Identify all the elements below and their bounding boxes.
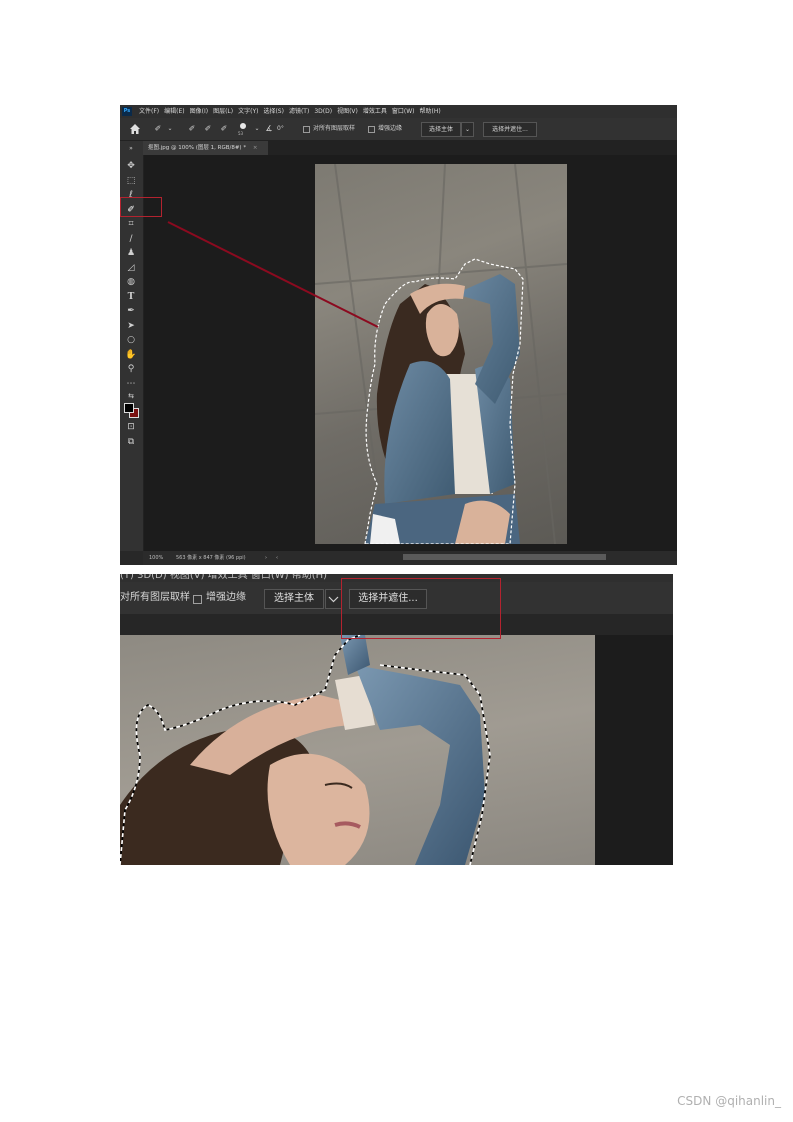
zoom-level[interactable]: 100% <box>149 551 163 565</box>
type-icon[interactable]: T <box>124 291 138 303</box>
sample-all-layers-label: 对所有图层取样 <box>313 125 356 132</box>
brush-icon[interactable]: ∕ <box>124 233 138 245</box>
screen-mode-icon[interactable]: ⧉ <box>124 436 138 448</box>
menu-file[interactable]: 文件(F) <box>139 105 159 118</box>
photo-subject-image <box>315 164 567 544</box>
enhance-edge-label: 增强边缘 <box>206 592 246 603</box>
enhance-edge-checkbox[interactable] <box>368 126 375 133</box>
menu-layer[interactable]: 图层(L) <box>213 105 233 118</box>
subtract-selection-icon[interactable]: ✐ <box>218 124 230 134</box>
angle-icon: ∡ <box>265 124 273 133</box>
collapse-icon[interactable]: » <box>124 143 138 155</box>
ps-logo: Ps <box>122 107 132 116</box>
horizontal-scrollbar[interactable] <box>403 554 606 560</box>
new-selection-icon[interactable]: ✐ <box>186 124 198 134</box>
quick-mask-icon[interactable]: ⊡ <box>124 421 138 433</box>
document-tab-bar: 抠图.jpg @ 100% (图层 1, RGB/8#) * × <box>143 141 677 155</box>
zoomed-image-canvas[interactable] <box>120 635 595 865</box>
enhance-edge-label: 增强边缘 <box>378 125 403 132</box>
select-and-mask-button[interactable]: 选择并遮住... <box>483 122 537 137</box>
menu-window[interactable]: 窗口(W) <box>392 105 415 118</box>
chevron-down-icon <box>328 596 339 603</box>
menu-help[interactable]: 帮助(H) <box>420 105 441 118</box>
photoshop-window: Ps 文件(F) 编辑(E) 图像(I) 图层(L) 文字(Y) 选择(S) 滤… <box>120 105 677 565</box>
menu-items: 文件(F) 编辑(E) 图像(I) 图层(L) 文字(Y) 选择(S) 滤镜(T… <box>139 105 446 118</box>
enhance-edge-checkbox[interactable] <box>193 595 202 604</box>
add-selection-icon[interactable]: ✐ <box>202 124 214 134</box>
menu-select[interactable]: 选择(S) <box>263 105 284 118</box>
options-bar: ✐ ⌄ ✐ ✐ ✐ 53 ⌄ ∡ 0° 对所有图层取样 增强边缘 选择主体 ⌄ … <box>120 118 677 141</box>
close-icon[interactable]: × <box>253 145 258 151</box>
eraser-icon[interactable]: ◿ <box>124 262 138 274</box>
document-tab-title: 抠图.jpg @ 100% (图层 1, RGB/8#) * <box>148 145 247 151</box>
menu-view[interactable]: 视图(V) <box>337 105 358 118</box>
menu-image[interactable]: 图像(I) <box>190 105 208 118</box>
select-subject-button[interactable]: 选择主体 <box>264 589 324 609</box>
pen-icon[interactable]: ✒ <box>124 305 138 317</box>
csdn-watermark: CSDN @qihanlin_ <box>677 1094 781 1108</box>
image-canvas[interactable] <box>315 164 567 544</box>
brush-preset-icon[interactable] <box>240 123 246 129</box>
crop-icon[interactable]: ⌗ <box>124 218 138 230</box>
quick-selection-icon[interactable]: ✐ <box>152 124 164 134</box>
marquee-icon[interactable]: ⬚ <box>124 175 138 187</box>
gradient-icon[interactable]: ◍ <box>124 276 138 288</box>
menu-edit[interactable]: 编辑(E) <box>164 105 184 118</box>
menu-plugins[interactable]: 增效工具 <box>363 105 387 118</box>
select-subject-button[interactable]: 选择主体 <box>421 122 461 137</box>
brush-size-value: 53 <box>238 131 244 136</box>
path-select-icon[interactable]: ➤ <box>124 320 138 332</box>
chevron-down-icon[interactable]: ⌄ <box>251 124 263 134</box>
foreground-color-icon[interactable] <box>124 403 134 413</box>
chevron-down-icon[interactable]: ⌄ <box>461 122 474 137</box>
shape-icon[interactable]: ○ <box>124 334 138 346</box>
status-arrow-icon[interactable]: › <box>265 551 267 565</box>
menu-type[interactable]: 文字(Y) <box>238 105 258 118</box>
document-info: 563 像素 x 847 像素 (96 ppi) <box>176 555 246 561</box>
more-icon[interactable]: ⋯ <box>124 378 138 390</box>
angle-value[interactable]: 0° <box>277 124 284 134</box>
menu-filter[interactable]: 滤镜(T) <box>289 105 309 118</box>
sample-all-layers-label: 对所有图层取样 <box>120 592 190 603</box>
scroll-left-icon[interactable]: ‹ <box>276 551 278 565</box>
home-icon[interactable] <box>129 123 141 135</box>
menu-bar: Ps 文件(F) 编辑(E) 图像(I) 图层(L) 文字(Y) 选择(S) 滤… <box>120 105 677 118</box>
move-icon[interactable]: ✥ <box>124 160 138 172</box>
document-tab[interactable]: 抠图.jpg @ 100% (图层 1, RGB/8#) * × <box>143 141 268 155</box>
select-subject-dropdown[interactable] <box>325 589 342 609</box>
chevron-down-icon[interactable]: ⌄ <box>164 124 176 134</box>
swap-colors-icon[interactable]: ⇆ <box>124 390 138 402</box>
zoom-icon[interactable]: ⚲ <box>124 363 138 375</box>
annotation-box-select-and-mask <box>341 578 501 639</box>
menu-3d[interactable]: 3D(D) <box>314 105 332 118</box>
annotation-box-tool <box>120 197 162 217</box>
sample-all-layers-checkbox[interactable] <box>303 126 310 133</box>
stamp-icon[interactable]: ♟ <box>124 247 138 259</box>
hand-icon[interactable]: ✋ <box>124 349 138 361</box>
zoomed-subject-image <box>120 635 491 865</box>
